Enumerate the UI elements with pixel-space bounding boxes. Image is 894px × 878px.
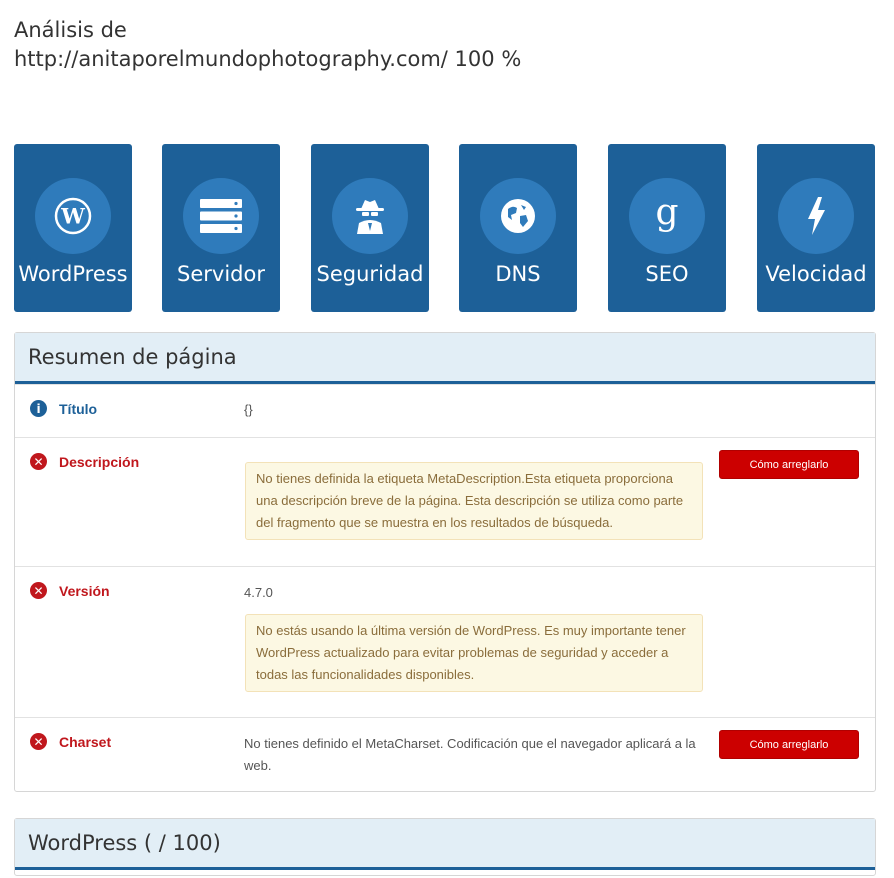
wordpress-icon: W: [35, 178, 111, 254]
bolt-icon: [778, 178, 854, 254]
summary-heading: Resumen de página: [28, 345, 237, 369]
fix-button[interactable]: Cómo arreglarlo: [719, 450, 859, 479]
tile-label: Seguridad: [316, 262, 424, 286]
summary-panel: Resumen de página i Título {} ✕ Descripc…: [14, 332, 876, 792]
tile-label: Servidor: [177, 262, 265, 286]
row-label: Versión: [59, 583, 110, 599]
tile-velocidad[interactable]: Velocidad: [757, 144, 875, 312]
tile-servidor[interactable]: Servidor: [162, 144, 280, 312]
warning-alert: No estás usando la última versión de Wor…: [245, 614, 703, 692]
row-value: 4.7.0: [244, 585, 273, 600]
error-icon: ✕: [30, 582, 47, 599]
google-g-icon: g: [629, 178, 705, 254]
page-title: Análisis de http://anitaporelmundophotog…: [14, 16, 521, 74]
tile-label: WordPress: [18, 262, 128, 286]
summary-row-titulo: i Título {}: [15, 384, 875, 437]
info-icon: i: [30, 400, 47, 417]
title-line-1: Análisis de: [14, 18, 127, 42]
row-label: Descripción: [59, 454, 140, 470]
error-icon: ✕: [30, 453, 47, 470]
summary-panel-heading: Resumen de página: [15, 333, 875, 384]
tile-label: SEO: [645, 262, 689, 286]
error-icon: ✕: [30, 733, 47, 750]
wordpress-panel-heading: WordPress ( / 100): [15, 819, 875, 870]
row-label: Charset: [59, 734, 112, 750]
tile-seo[interactable]: g SEO: [608, 144, 726, 312]
spy-icon: [332, 178, 408, 254]
title-url: http://anitaporelmundophotography.com/ 1…: [14, 47, 522, 71]
tile-seguridad[interactable]: Seguridad: [311, 144, 429, 312]
wordpress-heading: WordPress ( / 100): [28, 831, 221, 855]
summary-row-version: ✕ Versión 4.7.0 No estás usando la últim…: [15, 566, 875, 717]
tile-label: DNS: [495, 262, 541, 286]
fix-button[interactable]: Cómo arreglarlo: [719, 730, 859, 759]
summary-row-descripcion: ✕ Descripción No tienes definida la etiq…: [15, 437, 875, 566]
summary-row-charset: ✕ Charset No tienes definido el MetaChar…: [15, 717, 875, 792]
globe-icon: [480, 178, 556, 254]
tile-label: Velocidad: [765, 262, 867, 286]
warning-alert: No tienes definida la etiqueta MetaDescr…: [245, 462, 703, 540]
row-value: No tienes definido el MetaCharset. Codif…: [244, 736, 696, 773]
tile-dns[interactable]: DNS: [459, 144, 577, 312]
svg-text:W: W: [60, 204, 85, 229]
row-value: {}: [244, 402, 253, 417]
server-icon: [183, 178, 259, 254]
row-label: Título: [59, 401, 98, 417]
category-tiles: W WordPress Servidor Seguridad DNS g SEO…: [14, 144, 876, 312]
wordpress-panel: WordPress ( / 100): [14, 818, 876, 876]
svg-text:g: g: [655, 194, 678, 233]
tile-wordpress[interactable]: W WordPress: [14, 144, 132, 312]
